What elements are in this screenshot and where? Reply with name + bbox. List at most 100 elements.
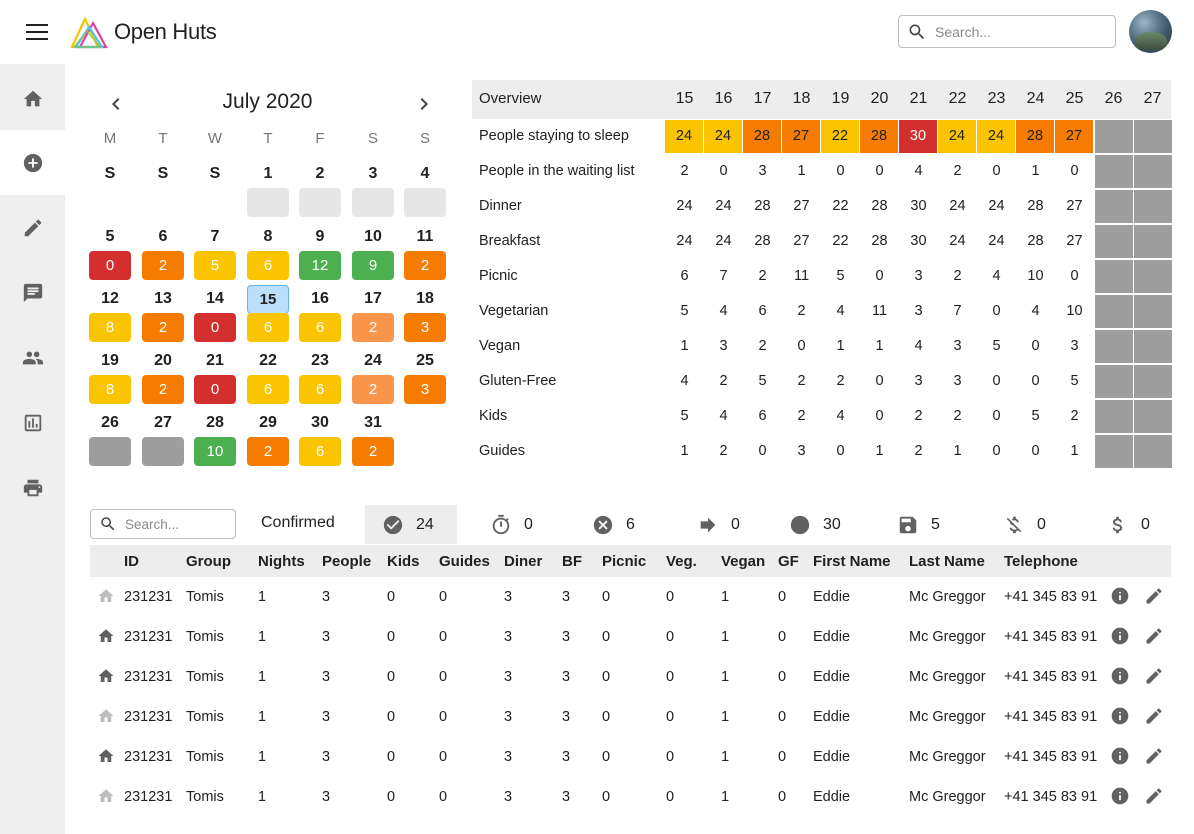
calendar-day-number[interactable]: 20 xyxy=(143,352,183,370)
top-search[interactable] xyxy=(898,15,1116,48)
calendar-day-number[interactable]: 4 xyxy=(405,165,445,183)
info-icon[interactable] xyxy=(1110,706,1130,726)
calendar-day-number[interactable]: 11 xyxy=(405,228,445,246)
column-header[interactable]: Kids xyxy=(387,553,420,570)
calendar-day-availability[interactable] xyxy=(89,437,131,466)
table-row[interactable]: 231231 Tomis 1 3 0 0 3 3 0 0 1 0 Eddie Mc Greggor +41 … xyxy=(90,737,1171,777)
sidebar-item-stats[interactable] xyxy=(0,390,65,455)
stat-forwarded[interactable]: 0 xyxy=(697,505,740,544)
sidebar-item-home[interactable] xyxy=(0,66,65,131)
column-header[interactable]: Veg. xyxy=(666,553,697,570)
column-header[interactable]: Nights xyxy=(258,553,305,570)
calendar-day-availability[interactable] xyxy=(352,188,394,217)
stat-cancelled[interactable]: 6 xyxy=(592,505,635,544)
pencil-icon[interactable] xyxy=(1144,746,1164,766)
column-header[interactable]: GF xyxy=(778,553,799,570)
menu-icon[interactable] xyxy=(26,24,48,40)
sidebar-item-messages[interactable] xyxy=(0,260,65,325)
column-header[interactable]: Diner xyxy=(504,553,542,570)
calendar-day-number[interactable]: 21 xyxy=(195,352,235,370)
calendar-day-availability[interactable]: 0 xyxy=(194,313,236,342)
sidebar-item-add[interactable] xyxy=(0,130,65,195)
calendar-day-availability[interactable]: 0 xyxy=(89,251,131,280)
column-header[interactable]: Last Name xyxy=(909,553,985,570)
calendar-day-availability[interactable]: 10 xyxy=(194,437,236,466)
table-row[interactable]: 231231 Tomis 1 3 0 0 3 3 0 0 1 0 Eddie Mc Greggor +41 … xyxy=(90,657,1171,697)
column-header[interactable]: Picnic xyxy=(602,553,646,570)
bookings-search[interactable] xyxy=(90,509,236,539)
calendar-day-number[interactable]: 23 xyxy=(300,352,340,370)
chevron-right-icon[interactable] xyxy=(412,92,436,116)
table-row[interactable]: 231231 Tomis 1 3 0 0 3 3 0 0 1 0 Eddie Mc Greggor +41 … xyxy=(90,617,1171,657)
calendar-day-number[interactable]: S xyxy=(90,165,130,183)
calendar-day-number[interactable]: 12 xyxy=(90,290,130,308)
bookings-search-input[interactable] xyxy=(125,516,225,532)
calendar-day-number[interactable]: 3 xyxy=(353,165,393,183)
pencil-icon[interactable] xyxy=(1144,626,1164,646)
calendar-day-availability[interactable]: 2 xyxy=(142,251,184,280)
pencil-icon[interactable] xyxy=(1144,586,1164,606)
info-icon[interactable] xyxy=(1110,746,1130,766)
calendar-day-availability[interactable]: 0 xyxy=(194,375,236,404)
pencil-icon[interactable] xyxy=(1144,786,1164,806)
column-header[interactable]: Vegan xyxy=(721,553,765,570)
info-icon[interactable] xyxy=(1110,786,1130,806)
calendar-day-number[interactable]: 24 xyxy=(353,352,393,370)
info-icon[interactable] xyxy=(1110,626,1130,646)
info-icon[interactable] xyxy=(1110,666,1130,686)
calendar-day-number[interactable]: 10 xyxy=(353,228,393,246)
stat-confirmed[interactable]: 24 xyxy=(365,505,457,544)
calendar-day-number[interactable]: 6 xyxy=(143,228,183,246)
sidebar-item-print[interactable] xyxy=(0,455,65,520)
calendar-day-number[interactable]: 2 xyxy=(300,165,340,183)
calendar-day-number[interactable]: 31 xyxy=(353,414,393,432)
calendar-day-availability[interactable]: 6 xyxy=(299,437,341,466)
column-header[interactable]: People xyxy=(322,553,371,570)
calendar-day-availability[interactable] xyxy=(299,188,341,217)
info-icon[interactable] xyxy=(1110,586,1130,606)
calendar-day-availability[interactable]: 6 xyxy=(299,313,341,342)
calendar-day-availability[interactable] xyxy=(247,188,289,217)
stat-saved[interactable]: 5 xyxy=(897,505,940,544)
stat-unpaid[interactable]: 0 xyxy=(1003,505,1046,544)
calendar-day-availability[interactable]: 2 xyxy=(352,375,394,404)
calendar-day-availability[interactable]: 12 xyxy=(299,251,341,280)
calendar-day-number[interactable]: 19 xyxy=(90,352,130,370)
avatar[interactable] xyxy=(1129,10,1172,53)
calendar-day-number[interactable]: 27 xyxy=(143,414,183,432)
calendar-day-availability[interactable]: 5 xyxy=(194,251,236,280)
calendar-day-number[interactable]: 29 xyxy=(248,414,288,432)
column-header[interactable]: Telephone xyxy=(1004,553,1078,570)
column-header[interactable]: BF xyxy=(562,553,582,570)
sidebar-item-people[interactable] xyxy=(0,325,65,390)
top-search-input[interactable] xyxy=(935,23,1095,40)
calendar-day-availability[interactable] xyxy=(404,188,446,217)
calendar-day-number[interactable]: 7 xyxy=(195,228,235,246)
calendar-day-number[interactable]: 9 xyxy=(300,228,340,246)
stat-total[interactable]: 30 xyxy=(789,505,841,544)
calendar-day-availability[interactable]: 6 xyxy=(247,375,289,404)
calendar-day-number[interactable]: 17 xyxy=(353,290,393,308)
calendar-day-number[interactable]: 5 xyxy=(90,228,130,246)
calendar-day-number[interactable]: 25 xyxy=(405,352,445,370)
calendar-day-availability[interactable]: 2 xyxy=(247,437,289,466)
calendar-day-number[interactable]: 18 xyxy=(405,290,445,308)
pencil-icon[interactable] xyxy=(1144,666,1164,686)
column-header[interactable]: Group xyxy=(186,553,231,570)
calendar-day-availability[interactable]: 6 xyxy=(247,313,289,342)
calendar-day-availability[interactable]: 2 xyxy=(352,313,394,342)
column-header[interactable]: ID xyxy=(124,553,139,570)
calendar-day-number[interactable]: 14 xyxy=(195,290,235,308)
column-header[interactable]: First Name xyxy=(813,553,891,570)
calendar-day-today[interactable]: 15 xyxy=(247,285,289,314)
calendar-day-number[interactable]: 30 xyxy=(300,414,340,432)
table-row[interactable]: 231231 Tomis 1 3 0 0 3 3 0 0 1 0 Eddie Mc Greggor +41 … xyxy=(90,777,1171,817)
calendar-day-number[interactable]: S xyxy=(143,165,183,183)
table-row[interactable]: 231231 Tomis 1 3 0 0 3 3 0 0 1 0 Eddie Mc Greggor +41 … xyxy=(90,577,1171,617)
calendar-day-availability[interactable]: 6 xyxy=(299,375,341,404)
calendar-day-availability[interactable]: 2 xyxy=(404,251,446,280)
stat-pending[interactable]: 0 xyxy=(490,505,533,544)
table-row[interactable]: 231231 Tomis 1 3 0 0 3 3 0 0 1 0 Eddie Mc Greggor +41 … xyxy=(90,697,1171,737)
calendar-day-availability[interactable]: 2 xyxy=(352,437,394,466)
calendar-day-availability[interactable]: 8 xyxy=(89,375,131,404)
